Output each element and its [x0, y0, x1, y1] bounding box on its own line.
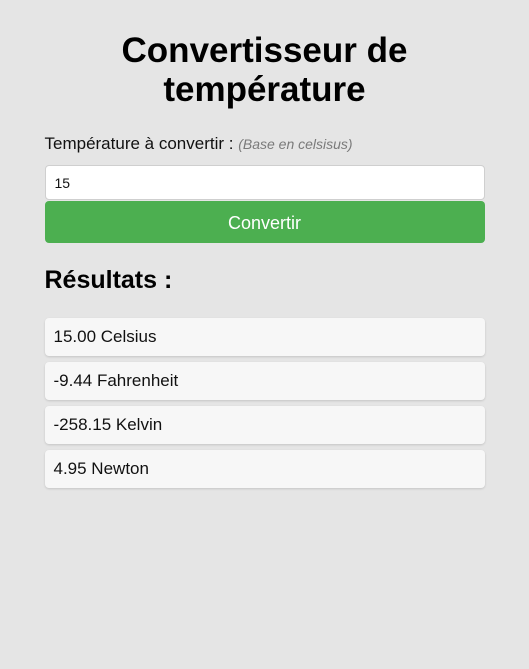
- temperature-hint: (Base en celsisus): [238, 136, 353, 152]
- result-item-celsius: 15.00 Celsius: [44, 318, 485, 356]
- temperature-input[interactable]: [44, 165, 485, 200]
- convert-button[interactable]: Convertir: [44, 201, 485, 243]
- temperature-label-row: Température à convertir : (Base en celsi…: [45, 134, 485, 154]
- page-title: Convertisseur de température: [121, 31, 408, 109]
- result-item-kelvin: -258.15 Kelvin: [44, 406, 485, 444]
- results-heading: Résultats :: [44, 266, 173, 294]
- result-item-newton: 4.95 Newton: [44, 450, 485, 488]
- result-item-fahrenheit: -9.44 Fahrenheit: [44, 362, 485, 400]
- results-list: 15.00 Celsius -9.44 Fahrenheit -258.15 K…: [44, 318, 485, 488]
- temperature-label: Température à convertir :: [44, 134, 234, 153]
- converter-page: Convertisseur de température Température…: [44, 0, 485, 488]
